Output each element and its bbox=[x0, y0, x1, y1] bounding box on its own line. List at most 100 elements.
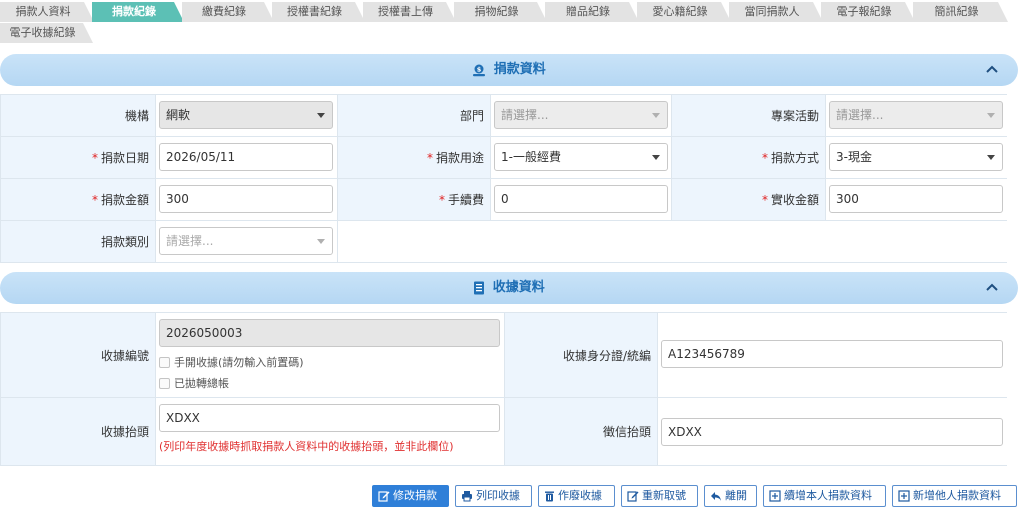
project-cell: 請選擇... bbox=[825, 95, 1007, 136]
chevron-down-icon bbox=[652, 155, 660, 160]
transferred-checkbox[interactable]: 已拋轉總帳 bbox=[159, 375, 229, 391]
letter-header-value: XDXX bbox=[668, 425, 702, 439]
add-own-donation-button[interactable]: 續增本人捐款資料 bbox=[763, 485, 886, 507]
receipt-id-value: A123456789 bbox=[668, 347, 745, 361]
category-select[interactable]: 請選擇... bbox=[159, 227, 333, 255]
method-cell: 3-現金 bbox=[825, 137, 1007, 178]
amount-input[interactable]: 300 bbox=[159, 185, 333, 213]
method-select[interactable]: 3-現金 bbox=[829, 143, 1003, 171]
checkbox-box bbox=[159, 377, 170, 389]
add-other-donation-button[interactable]: 新增他人捐款資料 bbox=[892, 485, 1017, 507]
donation-section-title: 捐款資料 bbox=[493, 62, 546, 77]
amount-value: 300 bbox=[166, 192, 189, 206]
org-label-text: 機構 bbox=[124, 109, 149, 123]
amount-cell: 300 bbox=[155, 179, 337, 220]
purpose-select[interactable]: 1-一般經費 bbox=[494, 143, 668, 171]
print-icon bbox=[462, 491, 472, 502]
project-label-text: 專案活動 bbox=[770, 109, 819, 123]
tab-payment-records[interactable]: 繳費紀錄 bbox=[182, 2, 274, 22]
purpose-cell: 1-一般經費 bbox=[490, 137, 671, 178]
org-select-value: 網軟 bbox=[166, 108, 191, 122]
donation-form: 機構 網軟 部門 請選擇... 專案活動 請選擇... * 捐款日期 2026/0… bbox=[0, 94, 1007, 263]
form-row: 機構 網軟 部門 請選擇... 專案活動 請選擇... bbox=[0, 95, 1007, 137]
project-select[interactable]: 請選擇... bbox=[829, 101, 1003, 129]
receipt-header-label-text: 收據抬頭 bbox=[100, 425, 149, 439]
project-select-placeholder: 請選擇... bbox=[836, 108, 884, 122]
date-label: * 捐款日期 bbox=[0, 137, 155, 178]
tab-e-receipt-records[interactable]: 電子收據紀錄 bbox=[0, 23, 93, 43]
letter-header-input[interactable]: XDXX bbox=[661, 418, 1003, 446]
form-row: 捐款類別 請選擇... bbox=[0, 221, 1007, 263]
receipt-section-header[interactable]: 收據資料 bbox=[0, 272, 1018, 304]
chevron-up-icon[interactable] bbox=[984, 61, 1000, 77]
dept-label: 部門 bbox=[337, 95, 490, 136]
tab-charity-records[interactable]: 愛心籍紀錄 bbox=[637, 2, 731, 22]
tab-donor-info[interactable]: 捐款人資料 bbox=[0, 2, 94, 22]
form-row: * 捐款金額 300 * 手續費 0 * 實收金額 300 bbox=[0, 179, 1007, 221]
receipt-header-value: XDXX bbox=[166, 411, 200, 425]
chevron-down-icon bbox=[987, 155, 995, 160]
receipt-id-label-text: 收據身分證/統編 bbox=[562, 348, 651, 363]
amount-label: * 捐款金額 bbox=[0, 179, 155, 220]
chevron-up-icon[interactable] bbox=[984, 279, 1000, 295]
donation-icon: $ bbox=[473, 64, 486, 76]
letter-header-label-text: 徵信抬頭 bbox=[602, 425, 651, 439]
tab-co-donors[interactable]: 當同捐款人 bbox=[729, 2, 823, 22]
receipt-id-input[interactable]: A123456789 bbox=[661, 340, 1003, 368]
tab-newsletter-records[interactable]: 電子報紀錄 bbox=[821, 2, 915, 22]
fee-label: * 手續費 bbox=[337, 179, 490, 220]
method-select-value: 3-現金 bbox=[836, 150, 872, 164]
net-amount-input[interactable]: 300 bbox=[829, 185, 1003, 213]
void-receipt-button[interactable]: 作廢收據 bbox=[538, 485, 615, 507]
tab-authorization-records[interactable]: 授權書紀錄 bbox=[272, 2, 365, 22]
donation-section-header[interactable]: $ 捐款資料 bbox=[0, 54, 1018, 86]
manual-receipt-checkbox[interactable]: 手開收據(請勿輸入前置碼) bbox=[159, 354, 304, 370]
tab-donation-records[interactable]: 捐款紀錄 bbox=[92, 2, 184, 22]
receipt-header-input[interactable]: XDXX bbox=[159, 404, 500, 432]
project-label: 專案活動 bbox=[671, 95, 825, 136]
dept-select[interactable]: 請選擇... bbox=[494, 101, 668, 129]
tab-label: 授權書紀錄 bbox=[287, 5, 342, 18]
tab-label: 當同捐款人 bbox=[744, 5, 800, 18]
fee-input[interactable]: 0 bbox=[494, 185, 668, 213]
action-bar: 修改捐款 列印收據 作廢收據 重新取號 離開 續增本人捐款資料 新增他人捐款資料 bbox=[0, 468, 1024, 513]
tab-label: 電子收據紀錄 bbox=[9, 26, 76, 39]
empty-cell bbox=[337, 221, 1007, 262]
fee-value: 0 bbox=[501, 192, 509, 206]
receipt-no-input[interactable]: 2026050003 bbox=[159, 319, 500, 347]
org-select[interactable]: 網軟 bbox=[159, 101, 333, 129]
tab-label: 電子報紀錄 bbox=[836, 5, 892, 18]
required-mark: * bbox=[426, 150, 433, 165]
print-receipt-button[interactable]: 列印收據 bbox=[455, 485, 532, 507]
renumber-button[interactable]: 重新取號 bbox=[621, 485, 698, 507]
net-label: * 實收金額 bbox=[671, 179, 825, 220]
receipt-no-value: 2026050003 bbox=[166, 326, 243, 340]
receipt-form: 收據編號 2026050003 手開收據(請勿輸入前置碼) 已拋轉總帳 收據身分… bbox=[0, 312, 1007, 466]
form-row: 收據抬頭 XDXX (列印年度收據時抓取捐款人資料中的收據抬頭，並非此欄位) 徵… bbox=[0, 398, 1007, 466]
receipt-header-label: 收據抬頭 bbox=[0, 398, 155, 465]
method-label-text: 捐款方式 bbox=[770, 151, 819, 165]
letter-header-label: 徵信抬頭 bbox=[504, 398, 657, 465]
edit-icon bbox=[378, 491, 390, 502]
dept-cell: 請選擇... bbox=[490, 95, 671, 136]
method-label: * 捐款方式 bbox=[671, 137, 825, 178]
receipt-header-note: (列印年度收據時抓取捐款人資料中的收據抬頭，並非此欄位) bbox=[159, 440, 454, 453]
category-label: 捐款類別 bbox=[0, 221, 155, 262]
fee-cell: 0 bbox=[490, 179, 671, 220]
add-own-donation-label: 續增本人捐款資料 bbox=[784, 489, 872, 502]
tab-label: 捐款人資料 bbox=[15, 5, 71, 18]
tab-authorization-upload[interactable]: 授權書上傳 bbox=[363, 2, 456, 22]
exit-button[interactable]: 離開 bbox=[704, 485, 757, 507]
purpose-select-value: 1-一般經費 bbox=[501, 150, 561, 164]
exit-label: 離開 bbox=[725, 489, 747, 502]
edit-donation-label: 修改捐款 bbox=[393, 489, 437, 502]
tab-goods-donation-records[interactable]: 捐物紀錄 bbox=[454, 2, 547, 22]
tab-gift-records[interactable]: 贈品紀錄 bbox=[545, 2, 639, 22]
manual-receipt-label: 手開收據(請勿輸入前置碼) bbox=[174, 356, 304, 369]
edit-donation-button[interactable]: 修改捐款 bbox=[372, 485, 449, 507]
donation-date-input[interactable]: 2026/05/11 bbox=[159, 143, 333, 171]
chevron-down-icon bbox=[987, 113, 995, 118]
chevron-down-icon bbox=[652, 113, 660, 118]
tab-sms-records[interactable]: 簡訊紀錄 bbox=[913, 2, 1008, 22]
chevron-down-icon bbox=[317, 113, 325, 118]
